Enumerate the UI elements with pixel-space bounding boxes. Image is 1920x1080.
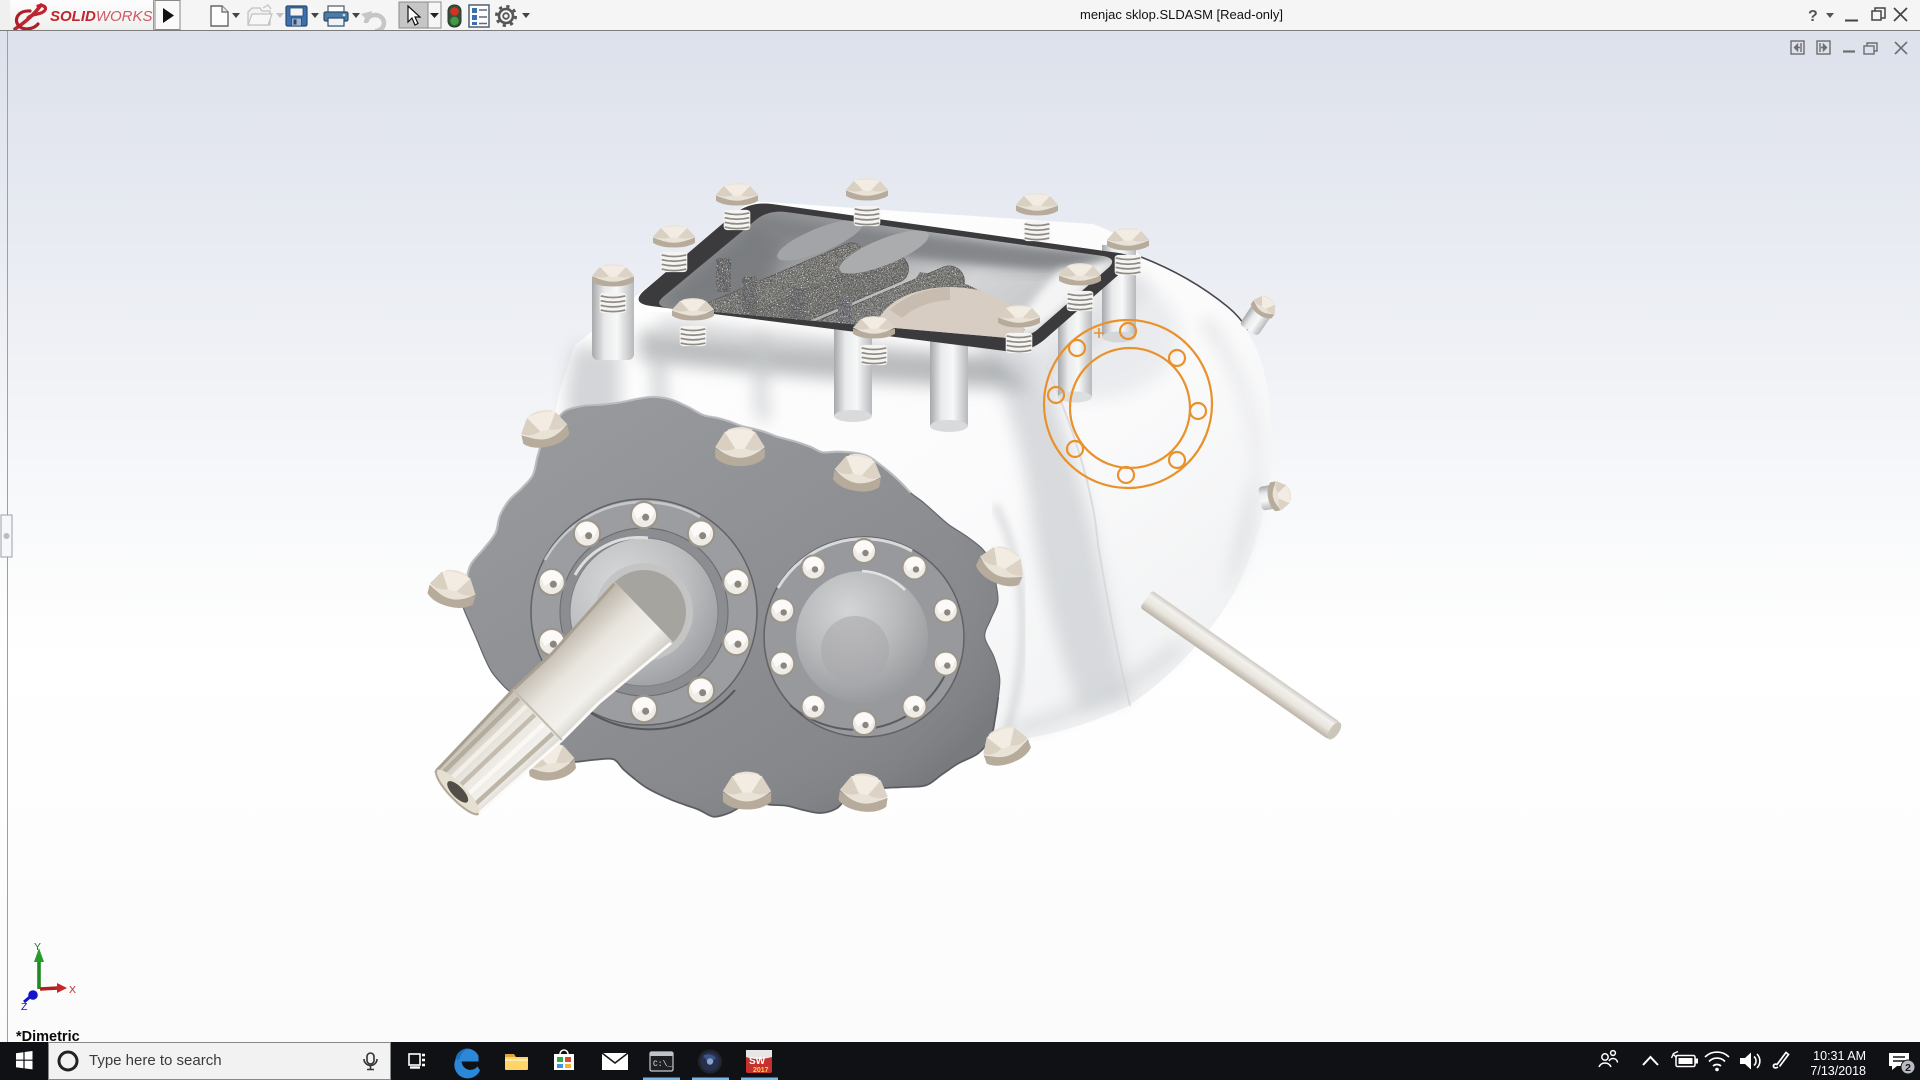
svg-text:10:31 AM: 10:31 AM bbox=[1813, 1049, 1866, 1063]
svg-text:SOLIDWORKS: SOLIDWORKS bbox=[50, 8, 153, 25]
svg-text:2017: 2017 bbox=[753, 1067, 769, 1074]
svg-text:X: X bbox=[69, 984, 76, 996]
svg-text:Z: Z bbox=[21, 1001, 28, 1013]
svg-text:C:\_: C:\_ bbox=[653, 1060, 672, 1069]
svg-text:Y: Y bbox=[34, 941, 41, 953]
svg-text:SW: SW bbox=[749, 1056, 766, 1067]
svg-text:?: ? bbox=[1808, 8, 1818, 25]
svg-text:2: 2 bbox=[1905, 1062, 1911, 1074]
svg-text:7/13/2018: 7/13/2018 bbox=[1810, 1064, 1866, 1078]
